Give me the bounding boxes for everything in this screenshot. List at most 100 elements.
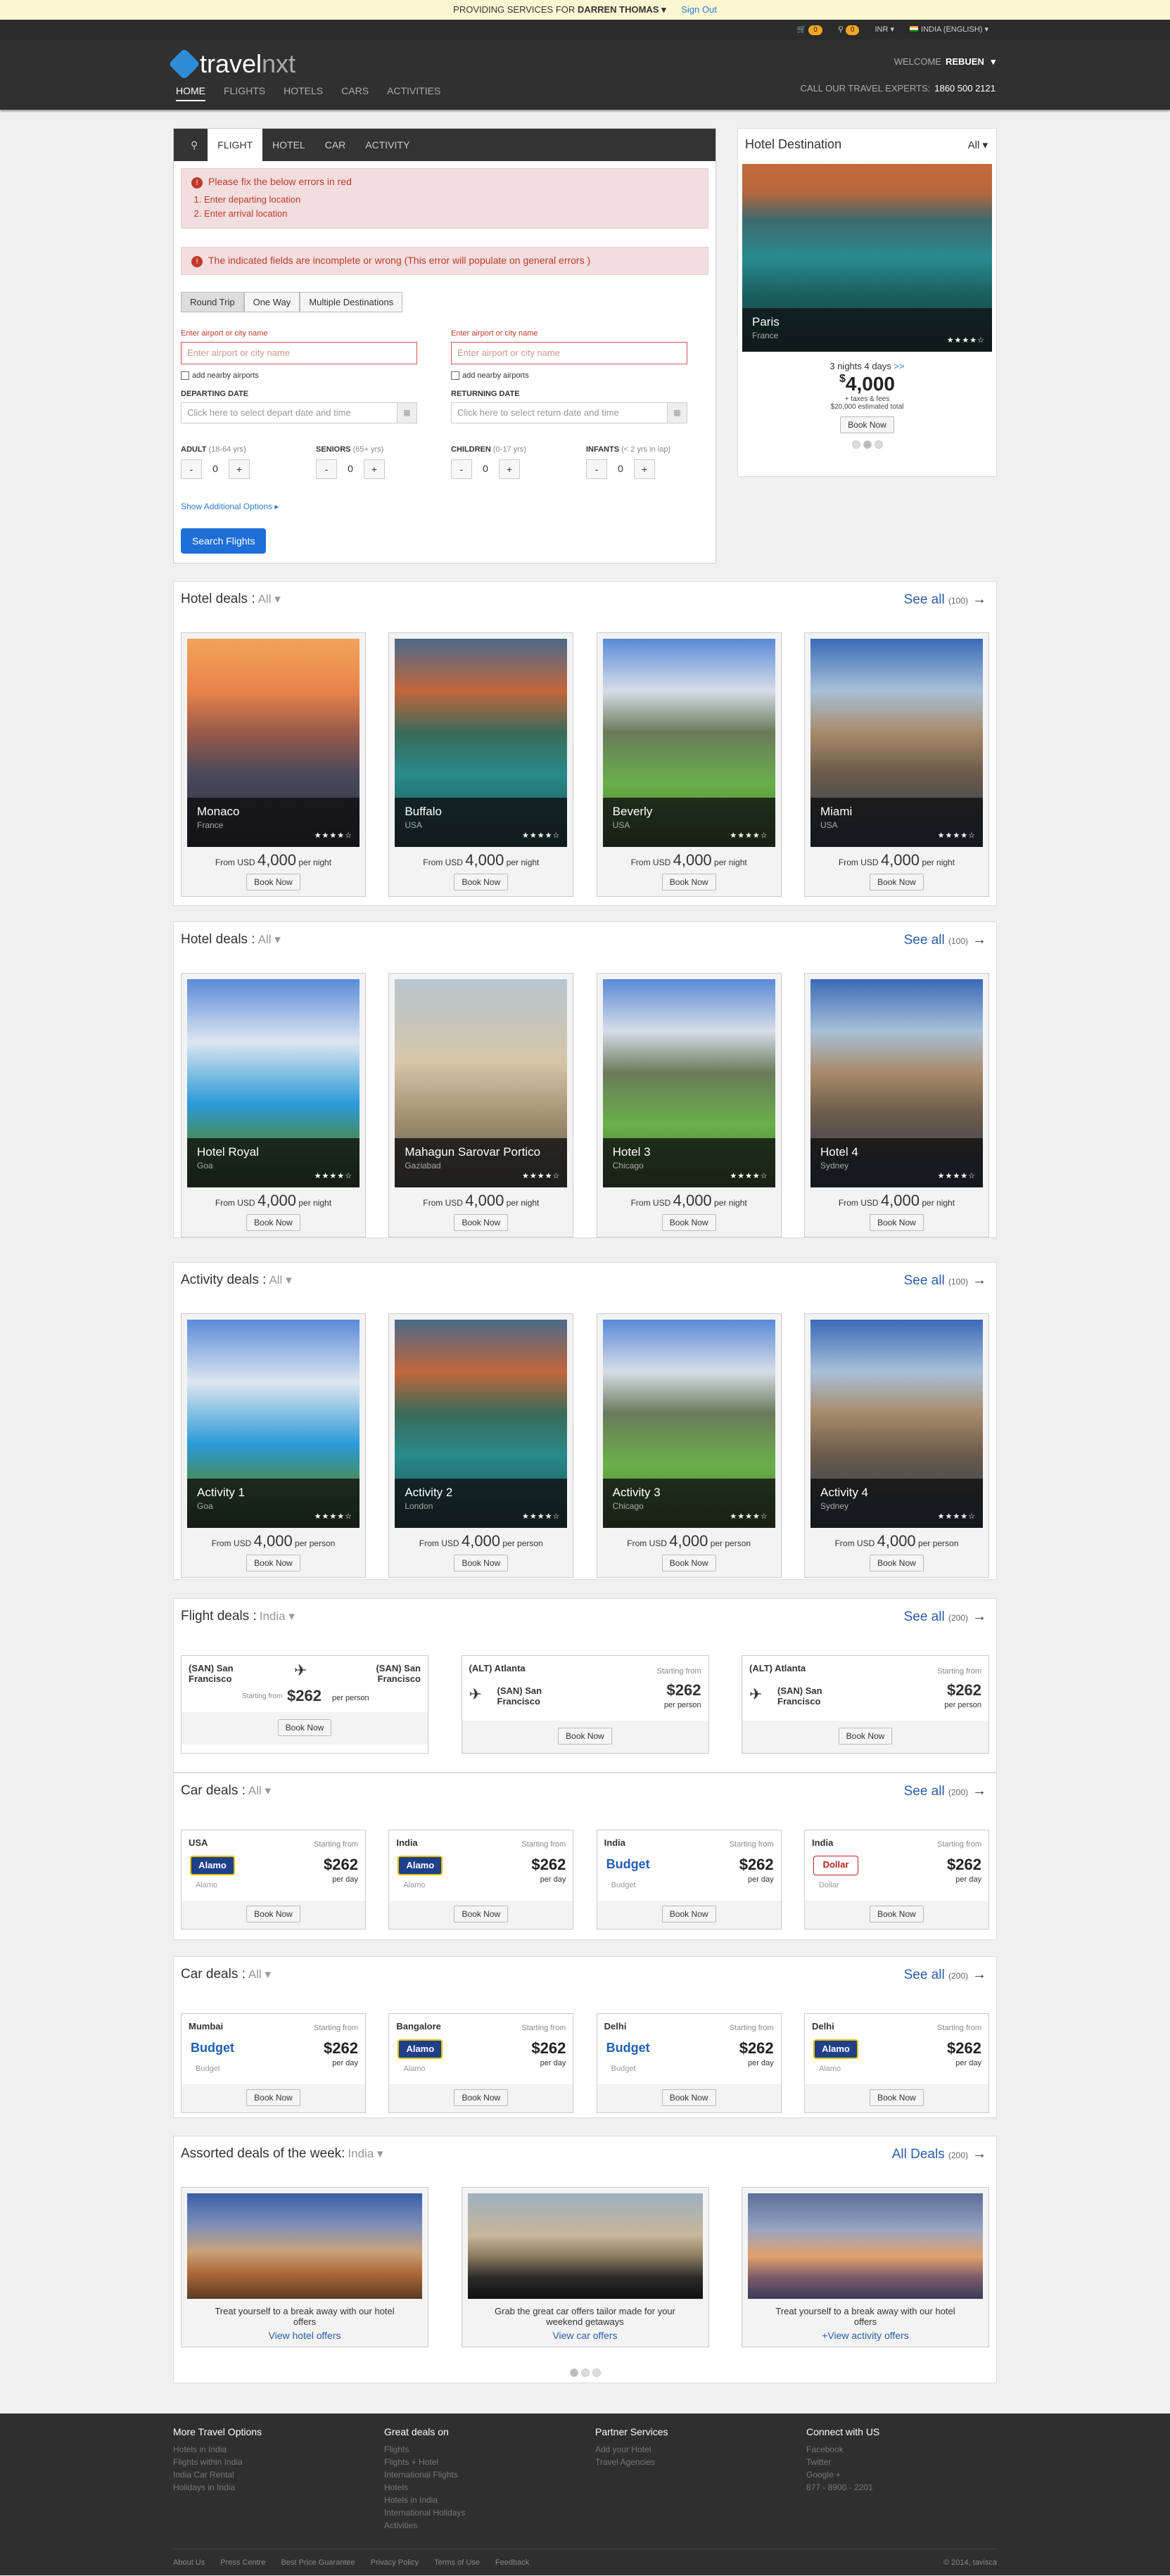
footer-link-about[interactable]: About Us [173, 2549, 205, 2575]
seniors-count[interactable]: 0 [340, 459, 361, 479]
site-logo[interactable]: travelnxt [168, 48, 295, 80]
recent-search-button[interactable]: ⚲ 0 [838, 20, 860, 39]
deal-image[interactable]: Buffalo USA ★★★★☆ [395, 639, 568, 847]
decrement-button[interactable]: - [451, 459, 472, 479]
children-count[interactable]: 0 [475, 459, 496, 479]
nav-activities[interactable]: ACTIVITIES [387, 85, 440, 101]
view-car-offers-link[interactable]: View car offers [468, 2330, 703, 2341]
increment-button[interactable]: + [364, 459, 385, 479]
book-now-button[interactable]: Book Now [246, 2089, 300, 2106]
footer-link[interactable]: Flights within India [173, 2456, 262, 2468]
nav-cars[interactable]: CARS [341, 85, 369, 101]
deal-image[interactable]: Beverly USA ★★★★☆ [602, 639, 775, 847]
see-all-link[interactable]: See all (100) → [904, 1273, 986, 1289]
footer-link-price-guarantee[interactable]: Best Price Guarantee [281, 2549, 355, 2575]
footer-link[interactable]: Hotels in India [384, 2494, 465, 2506]
book-now-button[interactable]: Book Now [661, 1214, 716, 1231]
view-activity-offers-link[interactable]: +View activity offers [748, 2330, 983, 2341]
nearby-checkbox-from[interactable]: add nearby airports [181, 371, 417, 380]
tab-car[interactable]: CAR [315, 129, 356, 161]
section-filter[interactable]: All ▾ [269, 1273, 291, 1287]
activity-offer-image[interactable] [748, 2193, 983, 2299]
deal-image[interactable]: Mahagun Sarovar Portico Gaziabad ★★★★☆ [395, 979, 568, 1187]
infants-count[interactable]: 0 [610, 459, 631, 479]
return-date-input[interactable]: Click here to select return date and tim… [451, 402, 687, 423]
deal-image[interactable]: Hotel Royal Goa ★★★★☆ [187, 979, 360, 1187]
footer-link[interactable]: Google + [806, 2468, 879, 2481]
book-now-button[interactable]: Book Now [840, 416, 894, 433]
sign-out-link[interactable]: Sign Out [681, 4, 717, 15]
footer-link[interactable]: International Holidays [384, 2506, 465, 2519]
search-tab-icon[interactable]: ⚲ [181, 129, 208, 161]
car-card[interactable]: India Budget Budget Starting from $262 per da… [596, 1830, 782, 1930]
section-filter[interactable]: India ▾ [260, 1609, 295, 1623]
tab-activity[interactable]: ACTIVITY [355, 129, 419, 161]
book-now-button[interactable]: Book Now [454, 2089, 509, 2106]
footer-link[interactable]: Activities [384, 2519, 465, 2532]
flight-card[interactable]: (ALT) Atlanta ✈ (SAN) San Francisco Star… [461, 1655, 709, 1754]
nav-home[interactable]: HOME [176, 85, 205, 101]
book-now-button[interactable]: Book Now [246, 1555, 300, 1571]
book-now-button[interactable]: Book Now [277, 1719, 332, 1736]
hotel-offer-image[interactable] [187, 2193, 422, 2299]
all-deals-link[interactable]: All Deals (200) → [892, 2146, 986, 2162]
deal-image[interactable]: Activity 2 London ★★★★☆ [395, 1320, 568, 1528]
car-card[interactable]: Delhi Budget Budget Starting from $262 per da… [596, 2013, 782, 2113]
car-card[interactable]: Bangalore Alamo Alamo Starting from $262 per … [388, 2013, 574, 2113]
section-filter[interactable]: All ▾ [248, 1784, 271, 1797]
footer-link[interactable]: Holidays in India [173, 2481, 262, 2494]
book-now-button[interactable]: Book Now [870, 1555, 924, 1571]
from-input[interactable]: Enter airport or city name [181, 342, 417, 364]
view-hotel-offers-link[interactable]: View hotel offers [187, 2330, 422, 2341]
book-now-button[interactable]: Book Now [870, 1906, 924, 1923]
cart-button[interactable]: 🛒 0 [797, 20, 822, 39]
see-all-link[interactable]: See all (200) → [904, 1967, 986, 1983]
nav-hotels[interactable]: HOTELS [284, 85, 323, 101]
search-flights-button[interactable]: Search Flights [181, 528, 267, 554]
increment-button[interactable]: + [229, 459, 250, 479]
book-now-button[interactable]: Book Now [454, 1214, 509, 1231]
book-now-button[interactable]: Book Now [661, 874, 716, 891]
see-all-link[interactable]: See all (200) → [904, 1783, 986, 1799]
deal-image[interactable]: Hotel 3 Chicago ★★★★☆ [602, 979, 775, 1187]
deal-image[interactable]: Hotel 4 Sydney ★★★★☆ [810, 979, 983, 1187]
nights-link[interactable]: >> [894, 361, 904, 371]
depart-date-input[interactable]: Click here to select depart date and tim… [181, 402, 417, 423]
car-card[interactable]: India Dollar Dollar Starting from $262 per da… [803, 1830, 989, 1930]
tab-flight[interactable]: FLIGHT [208, 129, 263, 161]
deal-image[interactable]: Activity 3 Chicago ★★★★☆ [602, 1320, 775, 1528]
calendar-icon[interactable]: ▦ [397, 403, 417, 423]
section-filter[interactable]: All ▾ [248, 1968, 271, 1981]
car-offer-image[interactable] [467, 2193, 703, 2299]
flight-card[interactable]: (SAN) San Francisco ✈ (SAN) San Francisc… [181, 1655, 428, 1754]
footer-link[interactable]: Flights + Hotel [384, 2456, 465, 2468]
destination-filter[interactable]: All ▾ [968, 139, 988, 151]
book-now-button[interactable]: Book Now [558, 1728, 612, 1745]
footer-link[interactable]: Travel Agencies [595, 2456, 668, 2468]
increment-button[interactable]: + [634, 459, 655, 479]
see-all-link[interactable]: See all (200) → [904, 1609, 986, 1625]
book-now-button[interactable]: Book Now [454, 1555, 509, 1571]
flight-card[interactable]: (ALT) Atlanta ✈ (SAN) San Francisco Star… [742, 1655, 989, 1754]
footer-link[interactable]: 877 - 8900 - 2201 [806, 2481, 879, 2494]
footer-link[interactable]: Facebook [806, 2443, 879, 2456]
book-now-button[interactable]: Book Now [661, 2089, 716, 2106]
user-menu[interactable]: REBUEN [946, 56, 984, 67]
book-now-button[interactable]: Book Now [246, 874, 300, 891]
footer-link[interactable]: International Flights [384, 2468, 465, 2481]
adult-count[interactable]: 0 [205, 459, 226, 479]
decrement-button[interactable]: - [586, 459, 607, 479]
deal-image[interactable]: Monaco France ★★★★☆ [187, 639, 360, 847]
book-now-button[interactable]: Book Now [246, 1906, 300, 1923]
book-now-button[interactable]: Book Now [454, 874, 509, 891]
deal-image[interactable]: Activity 1 Goa ★★★★☆ [187, 1320, 360, 1528]
book-now-button[interactable]: Book Now [246, 1214, 300, 1231]
car-card[interactable]: USA Alamo Alamo Starting from $262 per day Boo… [181, 1830, 366, 1930]
book-now-button[interactable]: Book Now [454, 1906, 509, 1923]
currency-select[interactable]: INR ▾ [875, 20, 894, 39]
language-select[interactable]: INDIA (ENGLISH) ▾ [910, 20, 988, 39]
book-now-button[interactable]: Book Now [838, 1728, 893, 1745]
footer-link-privacy[interactable]: Privacy Policy [371, 2549, 419, 2575]
footer-link-feedback[interactable]: Feedback [495, 2549, 529, 2575]
calendar-icon[interactable]: ▦ [667, 403, 687, 423]
